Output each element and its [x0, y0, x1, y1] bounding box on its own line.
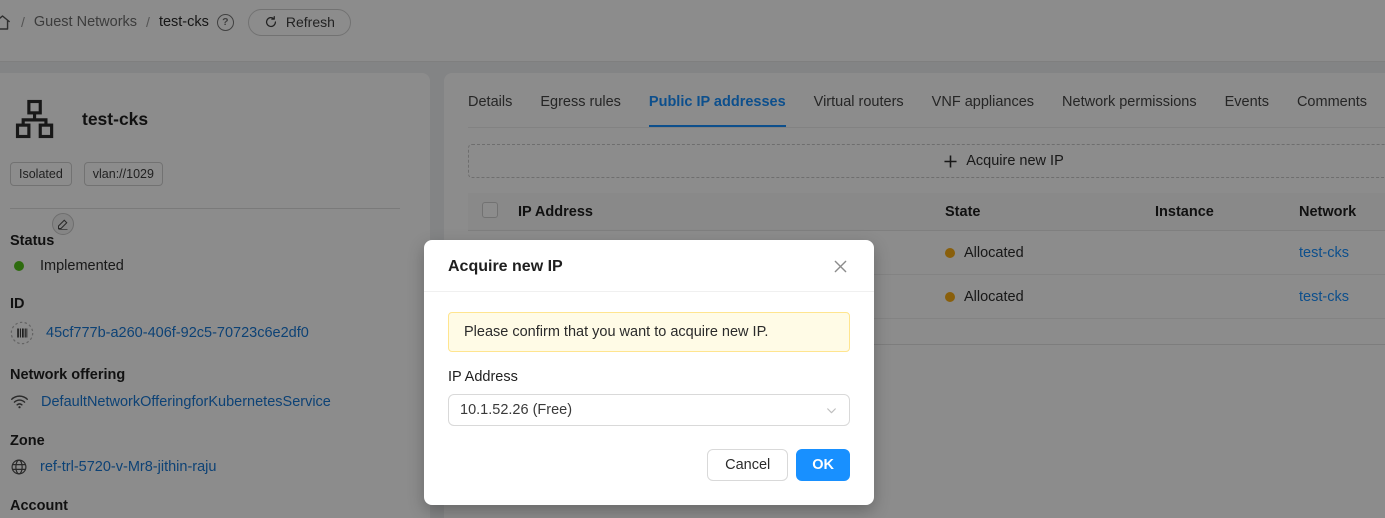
close-icon[interactable]: [831, 257, 850, 276]
confirm-alert: Please confirm that you want to acquire …: [448, 312, 850, 352]
cancel-button[interactable]: Cancel: [707, 449, 788, 481]
acquire-new-ip-modal: Acquire new IP Please confirm that you w…: [424, 240, 874, 505]
select-value: 10.1.52.26 (Free): [460, 402, 825, 418]
ok-button[interactable]: OK: [796, 449, 850, 481]
modal-title: Acquire new IP: [448, 258, 563, 276]
ip-address-select[interactable]: 10.1.52.26 (Free): [448, 394, 850, 426]
chevron-down-icon: [825, 404, 838, 417]
ip-address-field-label: IP Address: [448, 369, 850, 385]
